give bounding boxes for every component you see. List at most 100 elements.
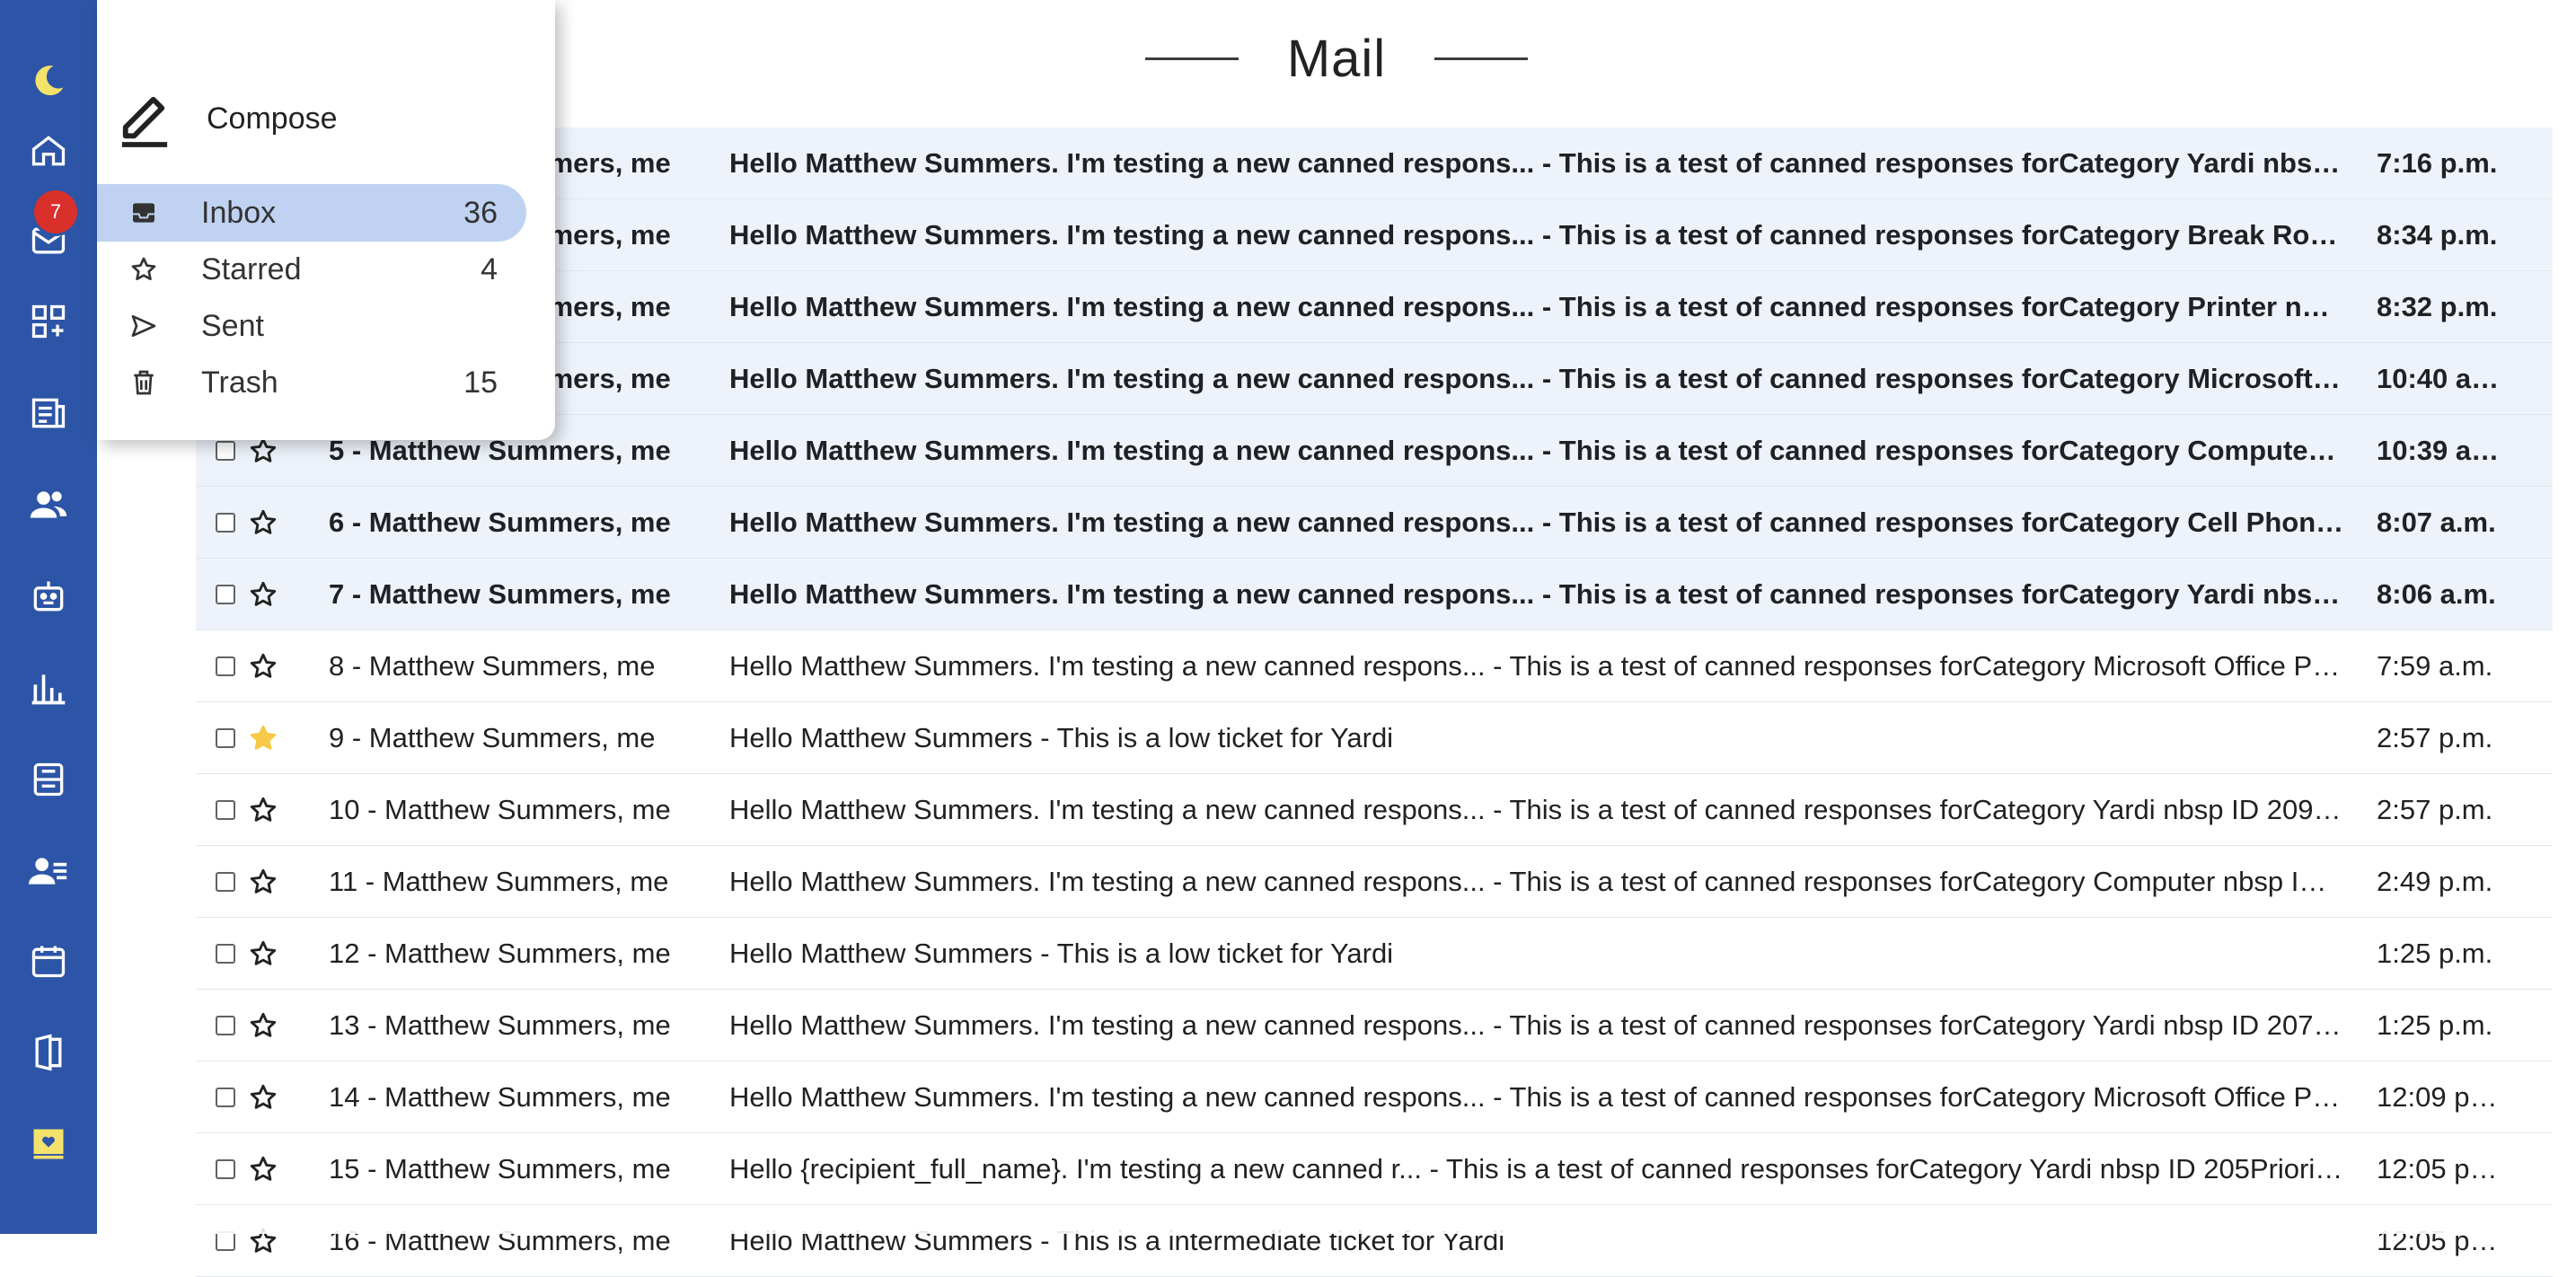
folder-starred[interactable]: Starred 4 — [97, 241, 526, 298]
email-subject: Hello Matthew Summers - This is a low ti… — [729, 937, 1394, 969]
email-subject: Hello Matthew Summers. I'm testing a new… — [729, 362, 2346, 394]
users-icon[interactable] — [27, 483, 70, 526]
email-sender: 7 - Matthew Summers, me — [329, 577, 671, 610]
email-time: 8:34 p.m. — [2377, 218, 2498, 251]
select-checkbox[interactable] — [216, 943, 235, 964]
email-subject: Hello Matthew Summers. I'm testing a new… — [729, 1008, 2346, 1041]
left-rail: 7 — [0, 0, 97, 1234]
email-time: 8:32 p.m. — [2377, 290, 2498, 322]
report-icon[interactable] — [27, 392, 70, 435]
email-time: 12:05 p.m. — [2377, 1152, 2504, 1185]
star-filled-icon[interactable] — [248, 723, 278, 753]
email-subject: Hello Matthew Summers - This is a low ti… — [729, 721, 1394, 753]
email-subject: Hello Matthew Summers. I'm testing a new… — [729, 434, 2346, 466]
send-icon — [131, 315, 156, 337]
email-row[interactable]: 16 - Matthew Summers, me Hello Matthew Su… — [196, 1205, 2553, 1277]
heart-monitor-icon[interactable] — [27, 1123, 70, 1166]
email-row[interactable]: 9 - Matthew Summers, me Hello Matthew Sum… — [196, 702, 2553, 774]
select-checkbox[interactable] — [216, 512, 235, 533]
email-time: 7:59 a.m. — [2377, 649, 2493, 682]
contacts-icon[interactable] — [27, 850, 70, 893]
folder-panel: Compose Inbox 36 Starred 4 Sent Trash 15 — [97, 0, 555, 440]
email-subject: Hello Matthew Summers. I'm testing a new… — [729, 290, 2346, 322]
select-checkbox[interactable] — [216, 1158, 235, 1179]
calendar-icon[interactable] — [27, 939, 70, 982]
star-icon[interactable] — [248, 1010, 278, 1041]
email-sender: 11 - Matthew Summers, me — [329, 865, 669, 897]
select-checkbox[interactable] — [216, 656, 235, 676]
folder-label: Starred — [201, 251, 302, 286]
moon-icon[interactable] — [27, 59, 70, 102]
email-sender: 13 - Matthew Summers, me — [329, 1008, 671, 1041]
trash-icon — [134, 370, 154, 395]
folder-sent[interactable]: Sent — [97, 297, 526, 355]
email-row[interactable]: 11 - Matthew Summers, me Hello Matthew Su… — [196, 846, 2553, 918]
select-checkbox[interactable] — [216, 727, 235, 748]
email-row[interactable]: 10 - Matthew Summers, me Hello Matthew Su… — [196, 774, 2553, 846]
email-row[interactable]: 8 - Matthew Summers, me Hello Matthew Sum… — [196, 630, 2553, 702]
star-icon — [131, 257, 156, 280]
email-time: 10:39 a.m. — [2377, 434, 2504, 466]
email-subject: Hello Matthew Summers. I'm testing a new… — [729, 506, 2346, 538]
book-icon[interactable] — [27, 1031, 70, 1074]
select-checkbox[interactable] — [216, 1087, 235, 1107]
select-checkbox[interactable] — [216, 584, 235, 604]
email-sender: 6 - Matthew Summers, me — [329, 506, 671, 538]
select-checkbox[interactable] — [216, 871, 235, 892]
email-time: 2:57 p.m. — [2377, 721, 2493, 753]
email-sender: 12 - Matthew Summers, me — [329, 937, 671, 969]
header-rule-right — [1434, 57, 1529, 60]
email-sender: 15 - Matthew Summers, me — [329, 1152, 671, 1185]
mail-unread-badge: 7 — [34, 190, 77, 233]
folder-inbox[interactable]: Inbox 36 — [97, 184, 526, 242]
star-icon[interactable] — [248, 651, 278, 682]
star-icon[interactable] — [248, 1226, 278, 1256]
email-time: 1:25 p.m. — [2377, 937, 2493, 969]
star-icon[interactable] — [248, 938, 278, 969]
email-row[interactable]: 13 - Matthew Summers, me Hello Matthew Su… — [196, 990, 2553, 1061]
inbox-icon — [133, 203, 154, 223]
email-row[interactable]: 12 - Matthew Summers, me Hello Matthew Su… — [196, 918, 2553, 990]
folder-trash[interactable]: Trash 15 — [97, 354, 526, 411]
select-checkbox[interactable] — [216, 799, 235, 820]
pencil-icon — [121, 96, 168, 147]
star-icon[interactable] — [248, 507, 278, 538]
email-subject: Hello Matthew Summers - This is a interm… — [729, 1224, 1505, 1256]
select-checkbox[interactable] — [216, 440, 235, 461]
compose-label: Compose — [207, 101, 338, 136]
folder-count: 36 — [463, 195, 498, 230]
email-row[interactable]: 14 - Matthew Summers, me Hello Matthew Su… — [196, 1061, 2553, 1133]
email-row[interactable]: 6 - Matthew Summers, me Hello Matthew Sum… — [196, 487, 2553, 559]
chart-icon[interactable] — [27, 666, 70, 709]
email-time: 1:25 p.m. — [2377, 1008, 2493, 1041]
star-icon[interactable] — [248, 1082, 278, 1113]
folder-label: Inbox — [201, 195, 277, 230]
email-sender: 8 - Matthew Summers, me — [329, 649, 656, 682]
header-rule-left — [1144, 57, 1239, 60]
email-row[interactable]: 15 - Matthew Summers, me Hello {recipient… — [196, 1133, 2553, 1205]
email-sender: 9 - Matthew Summers, me — [329, 721, 656, 753]
email-time: 8:07 a.m. — [2377, 506, 2496, 538]
email-row[interactable]: 7 - Matthew Summers, me Hello Matthew Sum… — [196, 559, 2553, 630]
email-time: 12:05 p.m. — [2377, 1224, 2504, 1256]
star-icon[interactable] — [248, 579, 278, 610]
inbox-tray-icon[interactable] — [27, 758, 70, 801]
compose-button[interactable]: Compose — [119, 86, 338, 151]
email-time: 2:49 p.m. — [2377, 865, 2493, 897]
star-icon[interactable] — [248, 1154, 278, 1185]
email-subject: Hello {recipient_full_name}. I'm testing… — [729, 1152, 2346, 1185]
robot-icon[interactable] — [27, 575, 70, 618]
email-time: 2:57 p.m. — [2377, 793, 2493, 825]
apps-icon[interactable] — [27, 300, 70, 343]
star-icon[interactable] — [248, 795, 278, 825]
email-subject: Hello Matthew Summers. I'm testing a new… — [729, 793, 2346, 825]
star-icon[interactable] — [248, 867, 278, 897]
home-icon[interactable] — [27, 129, 70, 172]
email-time: 7:16 p.m. — [2377, 146, 2498, 179]
email-sender: 10 - Matthew Summers, me — [329, 793, 671, 825]
select-checkbox[interactable] — [216, 1015, 235, 1035]
folder-count: 4 — [481, 251, 498, 286]
email-time: 8:06 a.m. — [2377, 577, 2496, 610]
email-subject: Hello Matthew Summers. I'm testing a new… — [729, 649, 2346, 682]
folder-count: 15 — [463, 365, 498, 400]
